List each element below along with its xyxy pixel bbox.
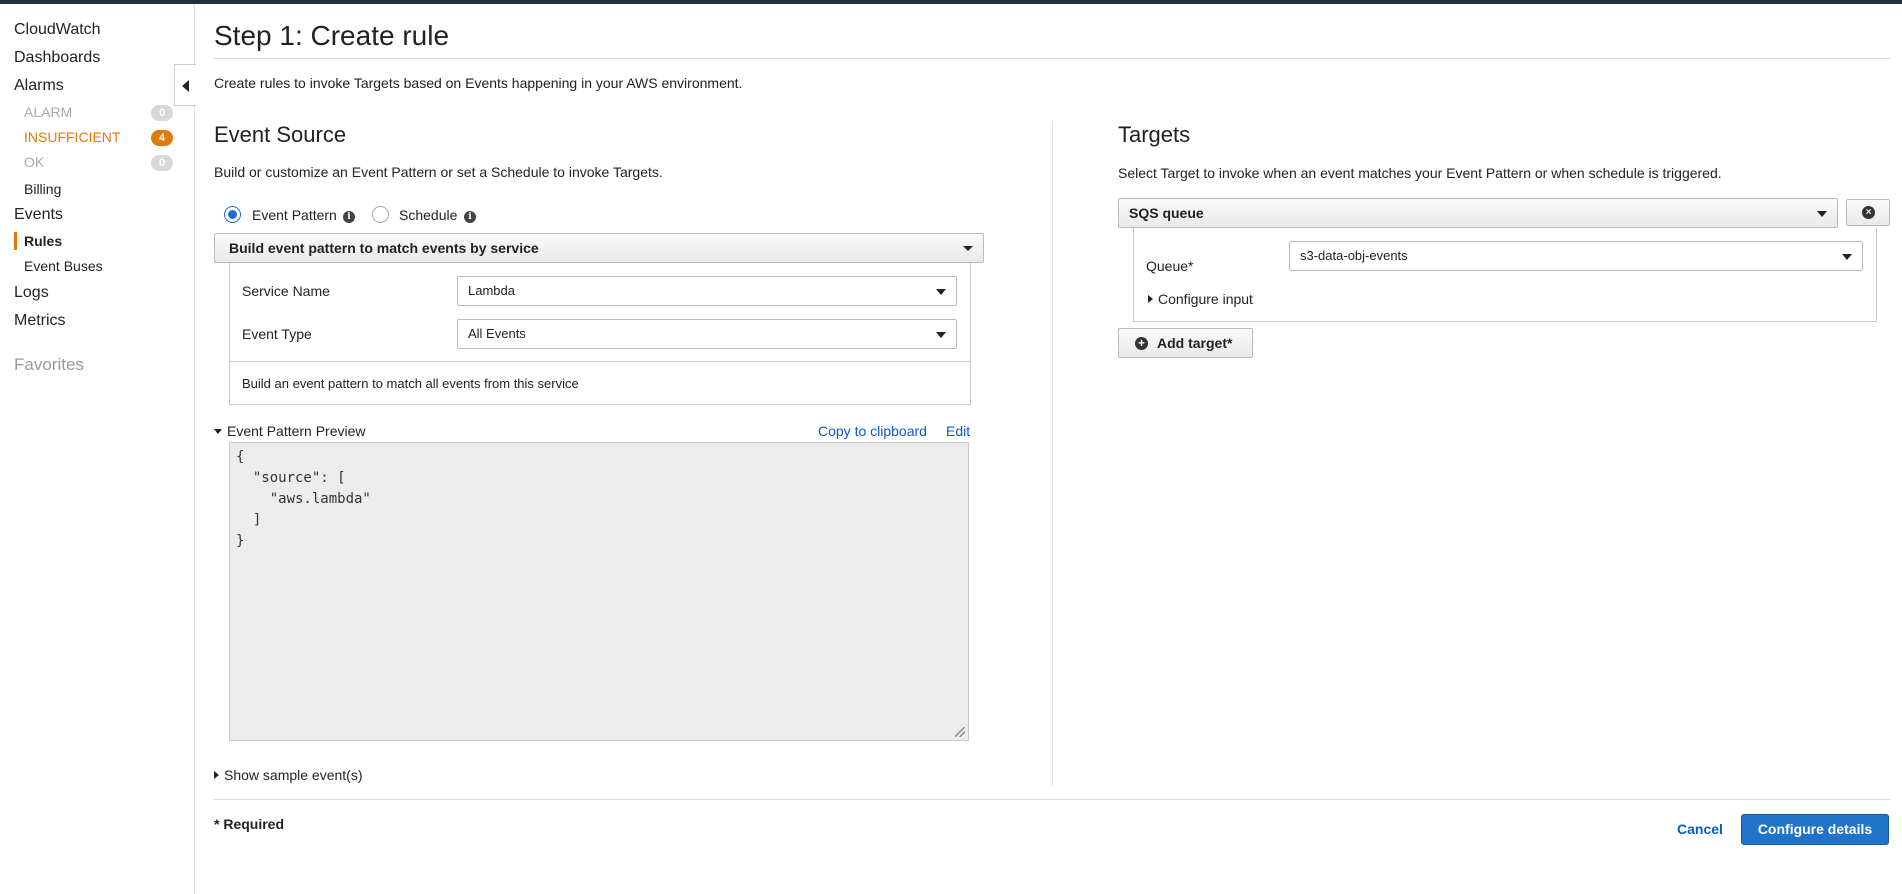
targets-subtitle: Select Target to invoke when an event ma… <box>1118 165 1722 181</box>
sidebar-item-dashboards[interactable]: Dashboards <box>14 49 100 67</box>
queue-select[interactable]: s3-data-obj-events <box>1289 241 1863 271</box>
schedule-radio-label[interactable]: Schedule <box>399 207 457 223</box>
footer-divider <box>214 799 1890 800</box>
event-type-label: Event Type <box>242 326 312 342</box>
sidebar-item-event-buses[interactable]: Event Buses <box>24 258 103 274</box>
target-type-select[interactable]: SQS queue <box>1118 198 1838 228</box>
info-icon[interactable]: i <box>343 211 355 223</box>
resize-handle-icon[interactable] <box>955 727 965 737</box>
sidebar: CloudWatch Dashboards Alarms ALARM 0 INS… <box>0 4 195 894</box>
top-bar <box>0 0 1902 4</box>
event-pattern-preview-toggle[interactable]: Event Pattern Preview <box>214 423 366 439</box>
event-type-value: All Events <box>468 326 526 341</box>
sidebar-item-cloudwatch[interactable]: CloudWatch <box>14 21 101 39</box>
chevron-down-icon <box>936 332 946 338</box>
panel-divider <box>230 361 970 362</box>
sidebar-item-billing[interactable]: Billing <box>24 181 61 197</box>
configure-details-button[interactable]: Configure details <box>1741 814 1889 845</box>
required-note: * Required <box>214 816 285 832</box>
caret-down-icon <box>214 429 222 434</box>
event-source-subtitle: Build or customize an Event Pattern or s… <box>214 164 663 180</box>
queue-label: Queue* <box>1146 258 1194 274</box>
show-sample-events-label: Show sample event(s) <box>224 767 363 783</box>
event-pattern-builder-select[interactable]: Build event pattern to match events by s… <box>214 233 984 263</box>
service-name-value: Lambda <box>468 283 515 298</box>
insufficient-count-badge: 4 <box>151 130 173 146</box>
targets-heading: Targets <box>1118 122 1191 147</box>
service-name-label: Service Name <box>242 283 330 299</box>
alarm-count-badge: 0 <box>151 105 173 121</box>
service-name-select[interactable]: Lambda <box>457 276 957 306</box>
plus-icon: + <box>1135 337 1148 350</box>
sidebar-item-events[interactable]: Events <box>14 206 63 224</box>
edit-link[interactable]: Edit <box>946 423 970 439</box>
active-indicator <box>14 232 17 250</box>
queue-value: s3-data-obj-events <box>1300 248 1408 263</box>
copy-to-clipboard-link[interactable]: Copy to clipboard <box>818 423 927 439</box>
close-icon: × <box>1862 206 1875 219</box>
cancel-button[interactable]: Cancel <box>1677 821 1723 837</box>
page-description: Create rules to invoke Targets based on … <box>214 75 743 91</box>
sidebar-item-metrics[interactable]: Metrics <box>14 312 66 330</box>
show-sample-events-toggle[interactable]: Show sample event(s) <box>214 767 363 783</box>
event-type-select[interactable]: All Events <box>457 319 957 349</box>
add-target-label: Add target* <box>1157 335 1233 351</box>
favorites-heading: Favorites <box>14 355 84 374</box>
chevron-down-icon <box>1842 254 1852 260</box>
add-target-button[interactable]: + Add target* <box>1118 328 1253 358</box>
caret-right-icon <box>1148 295 1153 303</box>
chevron-down-icon <box>936 289 946 295</box>
sidebar-item-rules[interactable]: Rules <box>24 233 62 249</box>
sidebar-item-logs[interactable]: Logs <box>14 284 49 302</box>
caret-right-icon <box>214 771 219 779</box>
builder-help-text: Build an event pattern to match all even… <box>242 376 579 391</box>
schedule-radio[interactable] <box>372 206 389 223</box>
chevron-down-icon <box>1817 211 1827 217</box>
sidebar-item-insufficient[interactable]: INSUFFICIENT <box>24 129 120 145</box>
configure-input-toggle[interactable]: Configure input <box>1148 291 1253 307</box>
event-pattern-builder-select-value: Build event pattern to match events by s… <box>229 240 539 256</box>
event-source-heading: Event Source <box>214 122 347 147</box>
event-pattern-preview-textarea[interactable]: { "source": [ "aws.lambda" ] } <box>229 442 969 741</box>
event-pattern-radio[interactable] <box>224 206 241 223</box>
ok-count-badge: 0 <box>151 155 173 171</box>
column-divider <box>1052 121 1053 785</box>
configure-input-label: Configure input <box>1158 291 1253 307</box>
sidebar-item-ok[interactable]: OK <box>24 154 44 170</box>
target-type-value: SQS queue <box>1129 205 1204 221</box>
sidebar-item-alarms[interactable]: Alarms <box>14 77 64 95</box>
title-divider <box>214 58 1890 59</box>
remove-target-button[interactable]: × <box>1846 199 1890 226</box>
page-title: Step 1: Create rule <box>214 20 450 51</box>
sidebar-item-alarm[interactable]: ALARM <box>24 104 72 120</box>
collapse-sidebar-button[interactable] <box>174 64 196 106</box>
chevron-down-icon <box>963 246 973 251</box>
event-pattern-radio-label[interactable]: Event Pattern <box>252 207 337 223</box>
event-pattern-preview-label: Event Pattern Preview <box>227 423 366 439</box>
info-icon[interactable]: i <box>464 211 476 223</box>
